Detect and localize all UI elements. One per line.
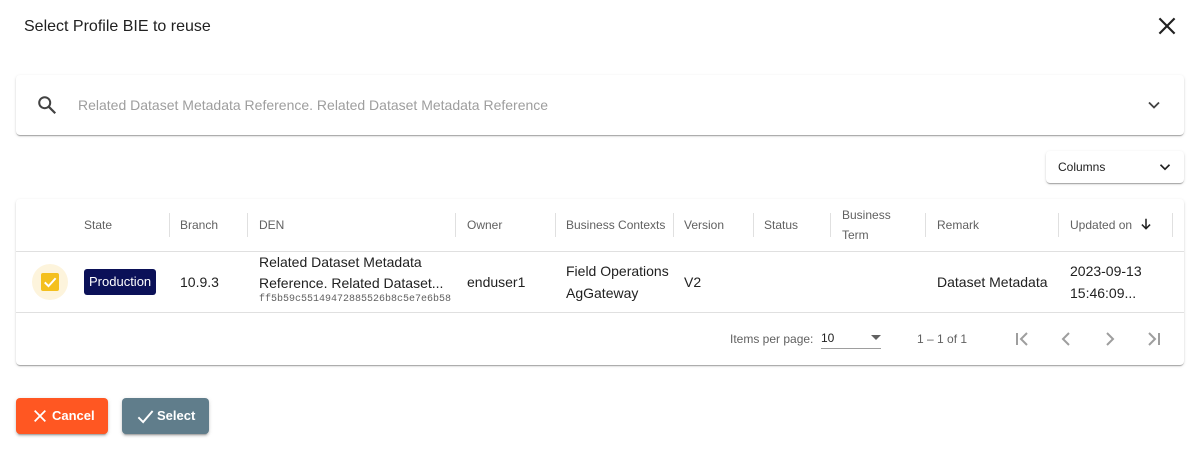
select-button[interactable]: Select: [122, 398, 209, 434]
header-state[interactable]: State: [84, 215, 112, 235]
chevron-down-icon[interactable]: [1144, 95, 1164, 115]
chevron-right-icon: [1106, 332, 1115, 346]
cell-den-line1[interactable]: Related Dataset Metadata: [259, 251, 422, 273]
previous-page-button[interactable]: [1054, 327, 1078, 351]
check-icon: [44, 277, 57, 288]
header-den[interactable]: DEN: [259, 215, 284, 235]
last-page-button[interactable]: [1142, 327, 1166, 351]
row-checkbox[interactable]: [41, 273, 59, 291]
column-divider: [673, 213, 674, 237]
cell-den-id: ff5b59c55149472885526b8c5e7e6b58: [259, 294, 452, 305]
items-per-page-label: Items per page:: [730, 332, 814, 346]
close-icon: [34, 410, 46, 422]
header-updated-on[interactable]: Updated on: [1070, 215, 1153, 235]
search-icon: [38, 96, 57, 115]
check-icon: [137, 410, 154, 424]
header-version[interactable]: Version: [684, 215, 724, 235]
bie-table: State Branch DEN Owner Business Contexts…: [16, 199, 1184, 365]
select-button-label: Select: [157, 408, 196, 423]
next-page-button[interactable]: [1098, 327, 1122, 351]
last-page-icon: [1148, 332, 1160, 346]
column-divider: [455, 213, 456, 237]
search-panel: [16, 75, 1184, 135]
column-divider: [1172, 213, 1173, 237]
dropdown-arrow-icon: [871, 335, 881, 340]
row-divider: [16, 312, 1184, 313]
header-branch[interactable]: Branch: [180, 215, 218, 235]
header-business-term-line2: Term: [842, 228, 869, 242]
column-divider: [925, 213, 926, 237]
arrow-down-icon[interactable]: [1139, 217, 1153, 231]
cell-den-line2[interactable]: Reference. Related Dataset...: [259, 272, 443, 294]
state-badge: Production: [84, 269, 157, 295]
cell-updated-time: 15:46:09...: [1070, 285, 1137, 301]
dialog-title: Select Profile BIE to reuse: [24, 18, 211, 35]
columns-button-label: Columns: [1058, 160, 1106, 174]
column-divider: [169, 213, 170, 237]
header-owner[interactable]: Owner: [467, 215, 502, 235]
first-page-icon: [1016, 332, 1028, 346]
cell-remark: Dataset Metadata: [937, 274, 1048, 290]
column-divider: [1058, 213, 1059, 237]
cell-business-context-2: AgGateway: [566, 285, 639, 301]
page-size-value: 10: [821, 331, 835, 345]
cancel-button[interactable]: Cancel: [16, 398, 108, 434]
column-divider: [555, 213, 556, 237]
first-page-button[interactable]: [1010, 327, 1034, 351]
header-updated-on-label: Updated on: [1070, 218, 1133, 232]
column-divider: [830, 213, 831, 237]
close-button[interactable]: [1154, 13, 1180, 39]
header-remark[interactable]: Remark: [937, 215, 979, 235]
cell-updated-date: 2023-09-13: [1070, 263, 1142, 279]
close-icon[interactable]: [1154, 13, 1180, 39]
cell-owner: enduser1: [467, 274, 526, 290]
columns-button[interactable]: Columns: [1046, 151, 1184, 183]
column-divider: [753, 213, 754, 237]
header-business-term[interactable]: Business Term: [842, 205, 891, 245]
header-business-term-line1: Business: [842, 208, 891, 222]
cancel-button-label: Cancel: [52, 408, 95, 423]
column-divider: [247, 213, 248, 237]
chevron-down-icon: [1159, 164, 1171, 171]
cell-business-context-1: Field Operations: [566, 263, 669, 279]
header-business-contexts[interactable]: Business Contexts: [566, 215, 665, 235]
cell-version: V2: [684, 274, 702, 290]
page-size-select[interactable]: 10: [821, 327, 881, 349]
search-input[interactable]: [78, 93, 1118, 117]
chevron-left-icon: [1061, 332, 1070, 346]
page-range-label: 1 – 1 of 1: [917, 332, 968, 346]
header-status[interactable]: Status: [764, 215, 798, 235]
cell-branch: 10.9.3: [180, 274, 219, 290]
header-divider: [16, 251, 1184, 252]
